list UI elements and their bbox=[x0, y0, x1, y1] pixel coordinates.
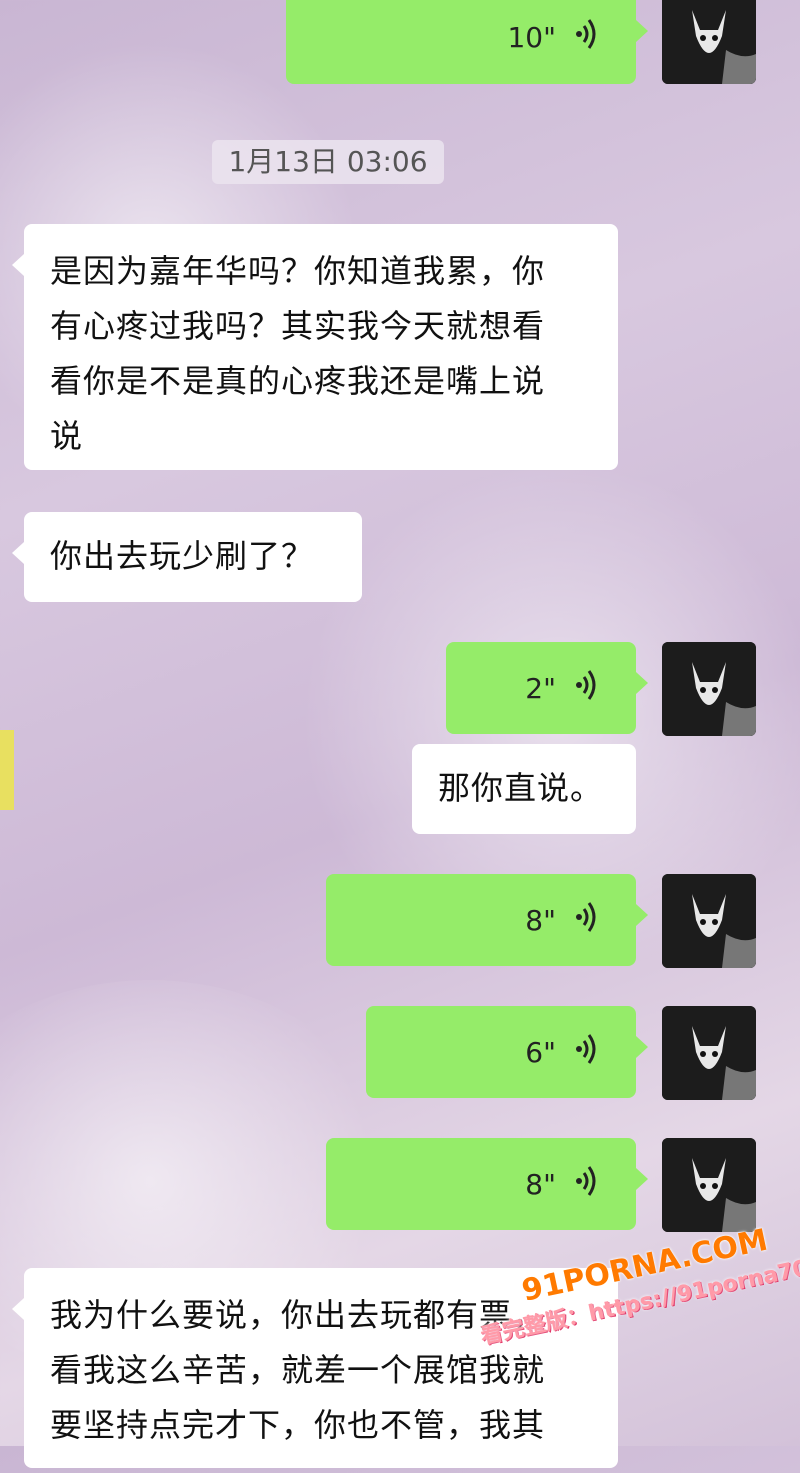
received-message[interactable]: 你出去玩少刷了？ bbox=[12, 512, 362, 602]
voice-wave-icon bbox=[574, 1164, 600, 1205]
dog-avatar[interactable] bbox=[662, 1006, 756, 1100]
sent-text-message[interactable]: 那你直说。 bbox=[412, 744, 636, 834]
voice-wave-icon bbox=[574, 17, 600, 58]
voice-duration: 6" bbox=[525, 1035, 556, 1069]
dog-avatar[interactable] bbox=[662, 0, 756, 84]
voice-wave-icon bbox=[574, 900, 600, 941]
voice-wave-icon bbox=[574, 1032, 600, 1073]
received-message[interactable]: 是因为嘉年华吗？你知道我累，你 有心疼过我吗？其实我今天就想看 看你是不是真的心… bbox=[12, 224, 618, 470]
edge-decoration bbox=[0, 730, 14, 810]
voice-duration: 8" bbox=[525, 1167, 556, 1201]
voice-duration: 10" bbox=[507, 20, 556, 54]
message-text: 那你直说。 bbox=[438, 769, 604, 807]
dog-avatar[interactable] bbox=[662, 1138, 756, 1232]
voice-message[interactable]: 2" bbox=[446, 642, 648, 734]
message-text: 你出去玩少刷了？ bbox=[50, 537, 315, 575]
message-timestamp: 1月13日 03:06 bbox=[212, 140, 444, 184]
voice-message[interactable]: 10" bbox=[286, 0, 648, 84]
voice-duration: 2" bbox=[525, 671, 556, 705]
message-text: 是因为嘉年华吗？你知道我累，你 有心疼过我吗？其实我今天就想看 看你是不是真的心… bbox=[50, 252, 546, 455]
voice-duration: 8" bbox=[525, 903, 556, 937]
voice-message[interactable]: 8" bbox=[326, 874, 648, 966]
voice-message[interactable]: 6" bbox=[366, 1006, 648, 1098]
voice-message[interactable]: 8" bbox=[326, 1138, 648, 1230]
dog-avatar[interactable] bbox=[662, 874, 756, 968]
dog-avatar[interactable] bbox=[662, 642, 756, 736]
voice-wave-icon bbox=[574, 668, 600, 709]
site-watermark: 91PORNA.COM 看完整版：https://91porna70.com bbox=[470, 1216, 800, 1402]
